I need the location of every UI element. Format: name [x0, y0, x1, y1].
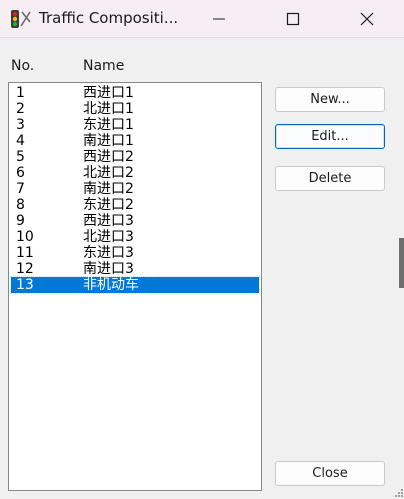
resize-grip-icon[interactable] — [394, 488, 404, 498]
list-item-no: 13 — [16, 277, 34, 293]
new-button[interactable]: New... — [275, 87, 385, 112]
list-item-no: 12 — [16, 261, 34, 277]
composition-list[interactable]: 1 西进口1 2 北进口1 3 东进口1 4 南进口1 5 西进口2 6 北进口2 7 南进口2 8 东进口2… — [8, 82, 262, 491]
list-item[interactable]: 13 非机动车 — [10, 276, 260, 294]
close-icon — [360, 12, 374, 26]
list-item[interactable]: 4 南进口1 — [11, 133, 259, 149]
list-item-name: 东进口1 — [83, 117, 134, 133]
list-item-name: 西进口3 — [83, 213, 134, 229]
minimize-button[interactable] — [196, 0, 242, 38]
list-item[interactable]: 12 南进口3 — [11, 261, 259, 277]
window-edge-scrollbar — [399, 238, 404, 288]
list-item[interactable]: 10 北进口3 — [11, 229, 259, 245]
list-item[interactable]: 1 西进口1 — [11, 85, 259, 101]
list-item-no: 3 — [16, 117, 25, 133]
close-button[interactable]: Close — [275, 461, 385, 486]
list-item-name: 东进口2 — [83, 197, 134, 213]
window-title: Traffic Compositi... — [39, 9, 179, 27]
list-item-name: 非机动车 — [83, 277, 139, 293]
edit-button[interactable]: Edit... — [275, 124, 385, 149]
title-bar[interactable]: Traffic Compositi... — [0, 0, 404, 38]
list-item-no: 10 — [16, 229, 34, 245]
maximize-icon — [286, 12, 300, 26]
list-item-name: 北进口2 — [83, 165, 134, 181]
list-item[interactable]: 7 南进口2 — [11, 181, 259, 197]
list-item-no: 7 — [16, 181, 25, 197]
close-window-button[interactable] — [344, 0, 390, 38]
list-item-no: 5 — [16, 149, 25, 165]
list-item[interactable]: 2 北进口1 — [11, 101, 259, 117]
list-item-no: 8 — [16, 197, 25, 213]
list-item-name: 南进口2 — [83, 181, 134, 197]
list-item-no: 6 — [16, 165, 25, 181]
list-item-no: 11 — [16, 245, 34, 261]
traffic-light-icon — [11, 10, 31, 28]
list-item-name: 南进口3 — [83, 261, 134, 277]
minimize-icon — [213, 18, 225, 20]
list-item[interactable]: 5 西进口2 — [11, 149, 259, 165]
list-item[interactable]: 6 北进口2 — [11, 165, 259, 181]
list-item-name: 北进口1 — [83, 101, 134, 117]
list-item-name: 北进口3 — [83, 229, 134, 245]
list-item-no: 9 — [16, 213, 25, 229]
maximize-button[interactable] — [270, 0, 316, 38]
list-item-name: 西进口1 — [83, 85, 134, 101]
list-item[interactable]: 3 东进口1 — [11, 117, 259, 133]
list-item-name: 南进口1 — [83, 133, 134, 149]
list-item[interactable]: 8 东进口2 — [11, 197, 259, 213]
list-item-no: 4 — [16, 133, 25, 149]
column-header-no[interactable]: No. — [11, 58, 34, 74]
list-item[interactable]: 9 西进口3 — [11, 213, 259, 229]
list-item-no: 1 — [16, 85, 25, 101]
list-item-name: 西进口2 — [83, 149, 134, 165]
list-item-name: 东进口3 — [83, 245, 134, 261]
column-header-name[interactable]: Name — [83, 58, 124, 74]
delete-button[interactable]: Delete — [275, 166, 385, 191]
list-item-no: 2 — [16, 101, 25, 117]
list-item[interactable]: 11 东进口3 — [11, 245, 259, 261]
